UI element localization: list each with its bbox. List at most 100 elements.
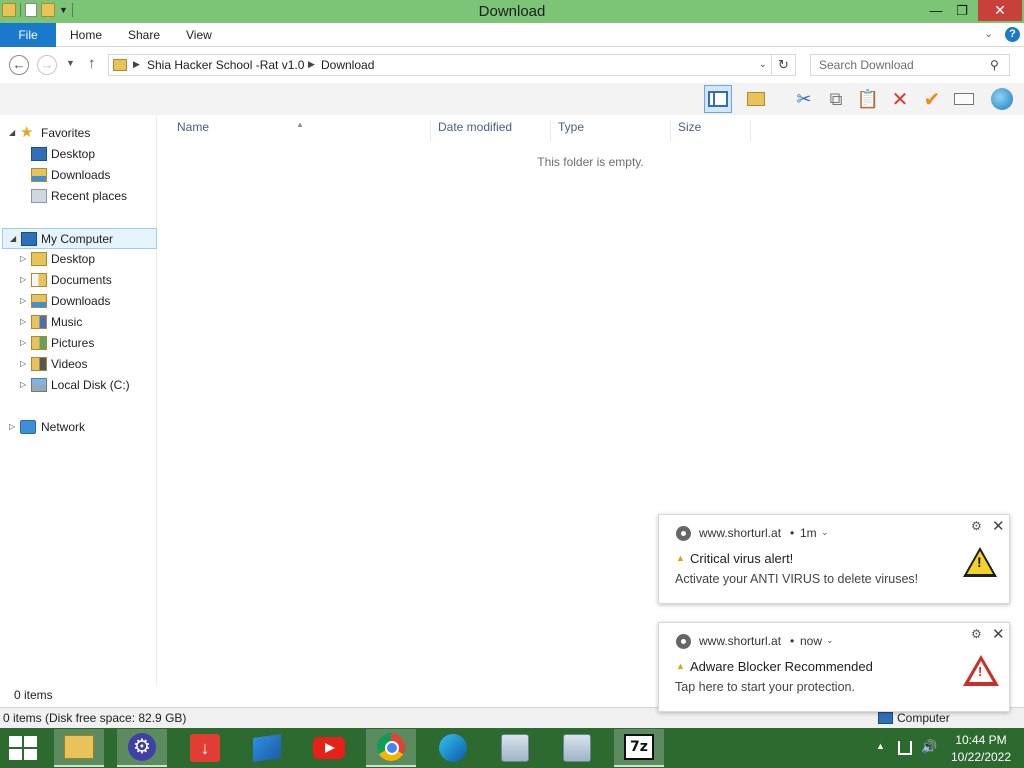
refresh-button[interactable]: ↻ bbox=[772, 54, 796, 76]
nav-favorites-downloads[interactable]: Downloads bbox=[0, 165, 157, 185]
breadcrumb-item[interactable]: Download bbox=[321, 58, 374, 72]
nav-my-computer[interactable]: ◢ My Computer bbox=[2, 228, 157, 249]
collapsed-arrow-icon[interactable]: ▷ bbox=[20, 249, 26, 269]
notification-time: now bbox=[800, 634, 823, 648]
back-button[interactable]: ← bbox=[9, 55, 29, 75]
nav-network[interactable]: ▷ Network bbox=[0, 417, 157, 437]
danger-triangle-icon: ! bbox=[963, 655, 999, 686]
breadcrumb-separator-icon[interactable]: ▶ bbox=[133, 59, 140, 70]
gear-icon[interactable]: ⚙ bbox=[971, 627, 982, 641]
taskbar-file-explorer[interactable] bbox=[54, 729, 104, 767]
collapsed-arrow-icon[interactable]: ▷ bbox=[20, 375, 26, 395]
column-header-name[interactable]: Name ▲ bbox=[157, 120, 431, 142]
taskbar-setup-2[interactable] bbox=[552, 729, 602, 767]
address-bar[interactable]: ▶ Shia Hacker School -Rat v1.0 ▶ Downloa… bbox=[108, 54, 772, 76]
nav-local-disk[interactable]: ▷ Local Disk (C:) bbox=[0, 375, 157, 395]
column-label: Name bbox=[177, 120, 210, 134]
folder-options-button[interactable] bbox=[742, 85, 770, 113]
notification-critical-virus-alert[interactable]: www.shorturl.at • 1m ⌄ ⚙ ✕ ▲ Critical vi… bbox=[658, 514, 1010, 604]
nav-label: Music bbox=[51, 315, 83, 329]
nav-videos[interactable]: ▷ Videos bbox=[0, 354, 157, 374]
tab-view[interactable]: View bbox=[186, 23, 212, 47]
column-header-size[interactable]: Size bbox=[671, 120, 751, 142]
clock-date[interactable]: 10/22/2022 bbox=[944, 750, 1018, 764]
nav-computer-downloads[interactable]: ▷ Downloads bbox=[0, 291, 157, 311]
globe-button[interactable] bbox=[988, 85, 1016, 113]
column-header-type[interactable]: Type bbox=[551, 120, 671, 142]
collapsed-arrow-icon[interactable]: ▷ bbox=[20, 291, 26, 311]
globe-icon bbox=[991, 88, 1013, 110]
recent-places-icon bbox=[31, 189, 47, 203]
collapsed-arrow-icon[interactable]: ▷ bbox=[20, 312, 26, 332]
setup-icon bbox=[563, 734, 591, 762]
layout-pane-button[interactable] bbox=[704, 85, 732, 113]
expanded-arrow-icon[interactable]: ◢ bbox=[10, 229, 16, 249]
collapsed-arrow-icon[interactable]: ▷ bbox=[9, 417, 15, 437]
music-folder-icon bbox=[31, 315, 47, 329]
start-button[interactable] bbox=[8, 736, 38, 760]
collapsed-arrow-icon[interactable]: ▷ bbox=[20, 333, 26, 353]
rename-button[interactable] bbox=[950, 85, 978, 113]
nav-label: Downloads bbox=[51, 294, 111, 308]
nav-computer-desktop[interactable]: ▷ Desktop bbox=[0, 249, 157, 269]
nav-favorites-desktop[interactable]: Desktop bbox=[0, 144, 157, 164]
chevron-down-icon[interactable]: ⌄ bbox=[821, 527, 829, 538]
videos-folder-icon bbox=[31, 357, 47, 371]
expand-ribbon-chevron-icon[interactable]: ⌄ bbox=[984, 27, 993, 40]
forward-button[interactable]: → bbox=[37, 55, 57, 75]
tab-share[interactable]: Share bbox=[128, 23, 160, 47]
collapsed-arrow-icon[interactable]: ▷ bbox=[20, 270, 26, 290]
chevron-down-icon[interactable]: ⌄ bbox=[826, 635, 834, 646]
paste-button[interactable]: 📋 bbox=[854, 85, 882, 113]
address-row: ← → ▼ ↑ ▶ Shia Hacker School -Rat v1.0 ▶… bbox=[0, 47, 1024, 83]
taskbar-settings[interactable]: ⚙ bbox=[117, 729, 167, 767]
warning-icon: ▲ bbox=[676, 661, 685, 671]
breadcrumb-item[interactable]: Shia Hacker School -Rat v1.0 bbox=[147, 58, 304, 72]
taskbar-windows-app[interactable] bbox=[242, 729, 292, 767]
expanded-arrow-icon[interactable]: ◢ bbox=[9, 123, 15, 143]
folder-icon bbox=[113, 59, 127, 71]
windows-logo-pane bbox=[9, 736, 22, 747]
computer-icon bbox=[21, 232, 37, 246]
collapsed-arrow-icon[interactable]: ▷ bbox=[20, 354, 26, 374]
nav-documents[interactable]: ▷ Documents bbox=[0, 270, 157, 290]
taskbar-7zip[interactable]: 7z bbox=[614, 729, 664, 767]
close-icon[interactable]: ✕ bbox=[992, 517, 1005, 535]
nav-recent-places[interactable]: Recent places bbox=[0, 186, 157, 206]
up-button[interactable]: ↑ bbox=[88, 55, 96, 72]
maximize-button[interactable]: ❐ bbox=[950, 0, 974, 21]
nav-music[interactable]: ▷ Music bbox=[0, 312, 157, 332]
rename-icon bbox=[954, 93, 974, 105]
tab-file[interactable]: File bbox=[0, 23, 56, 47]
notification-adware-blocker[interactable]: www.shorturl.at • now ⌄ ⚙ ✕ ▲ Adware Blo… bbox=[658, 622, 1010, 712]
recent-locations-chevron-icon[interactable]: ▼ bbox=[66, 58, 75, 68]
nav-pictures[interactable]: ▷ Pictures bbox=[0, 333, 157, 353]
clock-time[interactable]: 10:44 PM bbox=[944, 733, 1018, 747]
minimize-button[interactable]: — bbox=[922, 0, 950, 21]
window-title: Download bbox=[478, 3, 546, 20]
taskbar-setup-1[interactable] bbox=[490, 729, 540, 767]
taskbar-edge[interactable] bbox=[428, 729, 478, 767]
taskbar-download-manager[interactable]: ↓ bbox=[180, 729, 230, 767]
delete-button[interactable]: ✕ bbox=[886, 85, 914, 113]
breadcrumb-separator-icon[interactable]: ▶ bbox=[308, 59, 315, 70]
show-hidden-icons-chevron-icon[interactable]: ▲ bbox=[876, 741, 885, 751]
help-icon[interactable]: ? bbox=[1005, 27, 1020, 42]
select-all-button[interactable]: ✔ bbox=[918, 85, 946, 113]
volume-icon[interactable]: 🔊 bbox=[921, 739, 937, 755]
documents-folder-icon bbox=[31, 273, 47, 287]
copy-button[interactable]: ⧉ bbox=[822, 85, 850, 113]
search-icon[interactable]: ⚲ bbox=[990, 58, 999, 72]
nav-favorites[interactable]: ◢ ★ Favorites bbox=[0, 123, 157, 143]
network-icon[interactable] bbox=[898, 741, 912, 755]
close-button[interactable]: ✕ bbox=[978, 0, 1022, 21]
taskbar-chrome[interactable] bbox=[366, 729, 416, 767]
address-dropdown-chevron-icon[interactable]: ⌄ bbox=[759, 59, 767, 70]
tab-home[interactable]: Home bbox=[70, 23, 102, 47]
gear-icon[interactable]: ⚙ bbox=[971, 519, 982, 533]
cut-button[interactable]: ✂ bbox=[790, 85, 818, 113]
column-header-date-modified[interactable]: Date modified bbox=[431, 120, 551, 142]
taskbar-youtube[interactable] bbox=[304, 729, 354, 767]
close-icon[interactable]: ✕ bbox=[992, 625, 1005, 643]
search-input[interactable] bbox=[810, 54, 1010, 76]
